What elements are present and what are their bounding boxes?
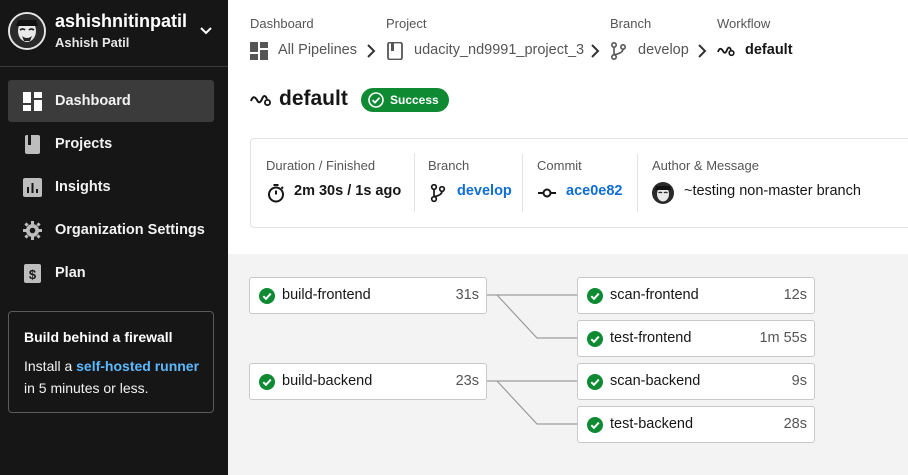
chevron-right-icon [698,44,707,58]
stopwatch-icon [268,184,284,203]
job-card[interactable]: test-frontend 1m 55s [577,320,815,357]
success-check-icon [259,288,275,304]
sidebar-item-dashboard[interactable]: Dashboard [8,80,214,122]
commit-header: Commit [537,158,582,173]
job-duration: 28s [783,416,807,432]
sidebar: ashishnitinpatil Ashish Patil Dashboard … [0,0,228,475]
author-avatar [652,182,674,204]
breadcrumb-branch-header: Branch [610,16,652,31]
job-name: scan-backend [610,373,701,389]
workflow-info-panel: Duration / Finished 2m 30s / 1s ago Bran… [250,138,908,228]
breadcrumb-project-header: Project [386,16,427,31]
job-name: build-backend [282,373,373,389]
sidebar-item-label: Insights [55,179,111,195]
svg-text:$: $ [29,267,37,282]
job-card[interactable]: build-frontend 31s [249,277,487,314]
commit-message: ~testing non-master branch [684,183,861,199]
status-badge-label: Success [390,93,439,107]
author-header: Author & Message [652,158,759,173]
projects-icon [387,42,403,60]
job-card[interactable]: test-backend 28s [577,406,815,443]
projects-icon [25,135,40,154]
branch-link[interactable]: develop [457,183,512,199]
job-name: scan-frontend [610,287,699,303]
sidebar-item-label: Projects [55,136,113,152]
sidebar-item-label: Dashboard [55,93,131,109]
promo-text-post: in 5 minutes or less. [24,380,149,396]
org-name: ashishnitinpatil [55,11,188,31]
dashboard-icon [250,42,268,60]
breadcrumb-project[interactable]: udacity_nd9991_project_3 [414,42,584,58]
promo-text-pre: Install a [24,358,77,374]
job-duration: 23s [455,373,479,389]
dollar-icon: $ [24,264,41,283]
gear-icon [23,221,42,240]
page-title: default [279,87,348,110]
workflow-icon [717,46,735,57]
job-card[interactable]: scan-backend 9s [577,363,815,400]
breadcrumb: Dashboard Project Branch Workflow All Pi… [228,0,908,80]
job-name: build-frontend [282,287,371,303]
check-circle-icon [368,92,384,108]
org-avatar [8,12,46,50]
success-check-icon [587,417,603,433]
breadcrumb-branch[interactable]: develop [638,42,689,58]
insights-icon [23,178,42,197]
job-duration: 12s [783,287,807,303]
job-name: test-frontend [610,330,692,346]
commit-link[interactable]: ace0e82 [566,183,622,199]
breadcrumb-workflow: default [745,42,793,58]
sidebar-item-label: Plan [55,265,86,281]
job-duration: 31s [455,287,479,303]
breadcrumb-dashboard-header: Dashboard [250,16,314,31]
branch-header: Branch [428,158,470,173]
status-badge: Success [361,88,449,112]
promo-title: Build behind a firewall [24,329,173,345]
breadcrumb-workflow-header: Workflow [717,16,771,31]
job-duration: 1m 55s [759,330,807,346]
success-check-icon [587,374,603,390]
chevron-right-icon [367,44,376,58]
success-check-icon [587,331,603,347]
self-hosted-runner-promo: Build behind a firewall Install a self-h… [8,311,214,413]
user-name: Ashish Patil [55,35,130,50]
job-card[interactable]: scan-frontend 12s [577,277,815,314]
sidebar-item-plan[interactable]: $ Plan [8,252,214,294]
self-hosted-runner-link[interactable]: self-hosted runner [76,358,199,374]
success-check-icon [587,288,603,304]
dashboard-icon [23,92,42,111]
sidebar-item-projects[interactable]: Projects [8,123,214,165]
job-name: test-backend [610,416,694,432]
sidebar-divider [0,66,228,67]
success-check-icon [259,374,275,390]
org-switcher[interactable]: ashishnitinpatil Ashish Patil [0,0,228,62]
sidebar-item-insights[interactable]: Insights [8,166,214,208]
breadcrumb-all-pipelines[interactable]: All Pipelines [278,42,357,58]
duration-value: 2m 30s / 1s ago [294,183,402,199]
info-divider [637,154,638,212]
sidebar-item-label: Organization Settings [55,222,205,238]
info-divider [414,154,415,212]
job-duration: 9s [791,373,807,389]
info-divider [522,154,523,212]
chevron-right-icon [591,44,600,58]
branch-icon [611,42,627,60]
duration-header: Duration / Finished [266,158,376,173]
commit-icon [538,188,556,198]
job-card[interactable]: build-backend 23s [249,363,487,400]
chevron-down-icon[interactable] [198,22,214,38]
branch-icon [430,183,446,203]
sidebar-item-organization-settings[interactable]: Organization Settings [8,209,214,251]
promo-body: Install a self-hosted runner in 5 minute… [24,355,209,399]
workflow-icon [250,95,271,106]
